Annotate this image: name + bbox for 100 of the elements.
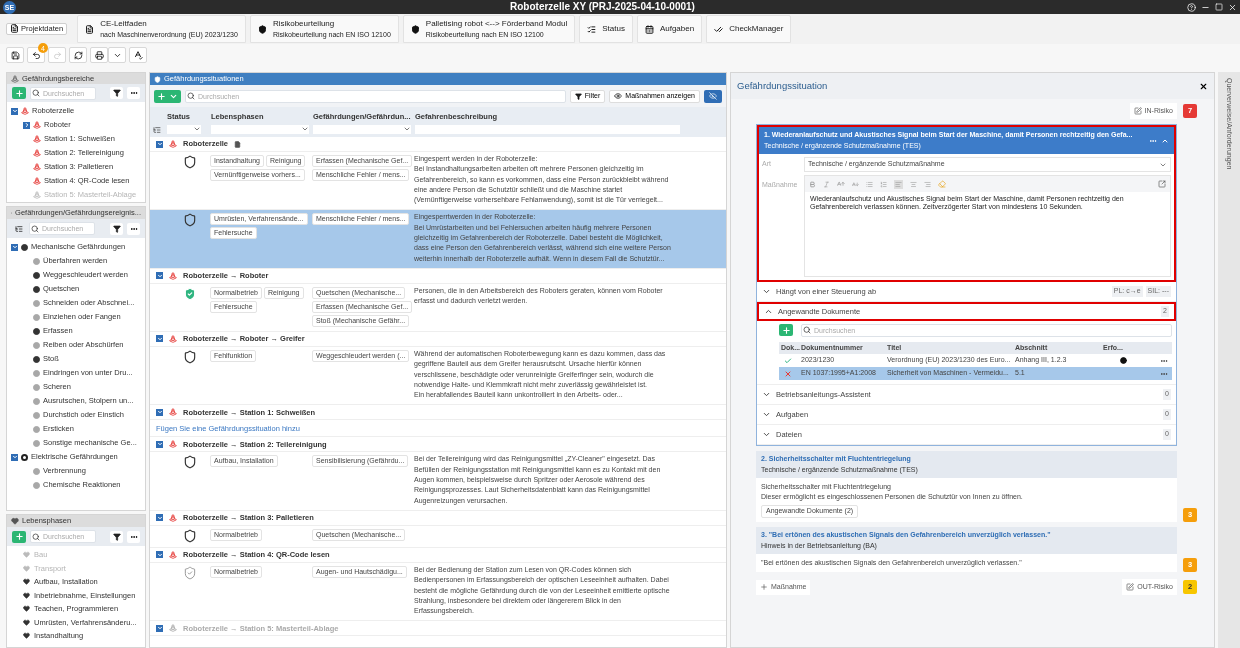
undo-icon bbox=[31, 50, 41, 60]
panel-title: Gefährdungssituation bbox=[737, 78, 828, 93]
caret-icon bbox=[762, 390, 771, 399]
edit-icon bbox=[1126, 583, 1135, 591]
filter-icon bbox=[112, 89, 121, 98]
caret-icon bbox=[156, 272, 163, 279]
document-icon bbox=[85, 24, 95, 34]
refresh-button[interactable] bbox=[69, 47, 87, 63]
caret-icon bbox=[156, 409, 163, 416]
cone-icon bbox=[33, 149, 41, 157]
column-chooser-icon[interactable] bbox=[153, 126, 161, 134]
cone-icon bbox=[33, 163, 41, 171]
more-button[interactable] bbox=[127, 530, 140, 543]
filter-icon bbox=[112, 532, 121, 541]
printer-icon bbox=[94, 50, 104, 60]
plus-icon bbox=[760, 583, 768, 591]
collapse-toggle[interactable] bbox=[11, 243, 18, 251]
spellcheck-icon bbox=[133, 50, 143, 60]
print-button[interactable] bbox=[90, 47, 108, 63]
shield-icon bbox=[410, 24, 420, 34]
close-icon[interactable] bbox=[1228, 2, 1237, 12]
cone-icon bbox=[33, 191, 41, 199]
collapse-toggle[interactable] bbox=[11, 107, 18, 115]
table-row[interactable] bbox=[150, 452, 726, 511]
filter-button[interactable] bbox=[110, 530, 123, 543]
shield-icon bbox=[154, 75, 161, 83]
add-dropdown-button[interactable] bbox=[154, 89, 181, 103]
more-button[interactable] bbox=[127, 87, 140, 100]
collapse-toggle[interactable] bbox=[156, 514, 163, 522]
cone-icon bbox=[33, 135, 41, 143]
caret-icon bbox=[764, 307, 773, 316]
collapse-toggle[interactable] bbox=[156, 335, 163, 343]
filter-icon bbox=[574, 92, 582, 100]
caret-icon bbox=[11, 108, 18, 114]
cone-icon bbox=[21, 107, 29, 115]
table-row[interactable] bbox=[150, 210, 726, 269]
caret-icon bbox=[11, 244, 18, 250]
more-button[interactable] bbox=[127, 222, 140, 235]
caret-icon bbox=[156, 441, 163, 448]
eye-off-icon bbox=[709, 92, 717, 100]
close-icon[interactable] bbox=[1199, 81, 1208, 91]
table-row[interactable] bbox=[150, 152, 726, 211]
caret-icon bbox=[762, 430, 771, 439]
caret-icon bbox=[403, 125, 411, 133]
caret-icon bbox=[23, 122, 30, 128]
add-button[interactable] bbox=[12, 530, 26, 543]
save-button[interactable] bbox=[6, 47, 24, 63]
window-title: Roboterzelle XY (PRJ-2025-04-10-0001) bbox=[510, 0, 695, 14]
maximize-icon[interactable] bbox=[1215, 3, 1223, 11]
double-check-icon bbox=[714, 24, 724, 34]
search-icon bbox=[32, 532, 40, 541]
list-icon bbox=[14, 224, 23, 233]
collapse-toggle[interactable] bbox=[156, 408, 163, 416]
caret-icon bbox=[156, 625, 163, 632]
tab[interactable]: CheckManager bbox=[706, 15, 792, 43]
search-icon bbox=[31, 224, 39, 233]
caret-icon bbox=[156, 514, 163, 521]
eye-icon bbox=[614, 92, 623, 100]
filter-button[interactable] bbox=[110, 87, 123, 100]
spellcheck-button[interactable] bbox=[129, 47, 147, 63]
tab[interactable]: Aufgaben bbox=[636, 15, 703, 43]
caret-icon bbox=[762, 287, 771, 296]
collapse-toggle[interactable] bbox=[156, 440, 163, 448]
checklist-icon bbox=[587, 24, 597, 34]
edit-icon bbox=[1133, 107, 1142, 115]
collapse-toggle[interactable] bbox=[156, 272, 163, 280]
caret-icon bbox=[193, 125, 201, 133]
filter-icon bbox=[112, 224, 121, 233]
cone-icon bbox=[33, 177, 41, 185]
plus-icon bbox=[781, 325, 791, 335]
plus-icon bbox=[157, 91, 166, 101]
plus-icon bbox=[14, 532, 24, 541]
search-icon bbox=[803, 326, 811, 334]
refresh-icon bbox=[73, 50, 83, 60]
hide-toggle-button[interactable] bbox=[704, 89, 722, 103]
add-button[interactable] bbox=[12, 87, 26, 100]
tab[interactable]: Status bbox=[579, 15, 633, 43]
caret-icon bbox=[156, 335, 163, 342]
caret-icon bbox=[762, 410, 771, 419]
search-icon bbox=[32, 89, 40, 98]
save-icon bbox=[10, 50, 20, 60]
caret-icon bbox=[301, 125, 309, 133]
search-icon bbox=[187, 92, 195, 100]
caret-icon bbox=[156, 551, 163, 558]
cone-icon bbox=[11, 74, 19, 83]
expand-toggle[interactable] bbox=[23, 121, 30, 129]
caret-icon bbox=[156, 141, 163, 147]
external-link-icon[interactable] bbox=[1158, 180, 1166, 188]
caret-icon bbox=[11, 454, 18, 460]
cone-icon bbox=[33, 121, 41, 129]
collapse-toggle[interactable] bbox=[156, 140, 163, 148]
calendar-icon bbox=[644, 24, 654, 34]
collapse-toggle[interactable] bbox=[156, 551, 163, 559]
shield-icon bbox=[257, 24, 267, 34]
add-button[interactable] bbox=[779, 324, 793, 336]
heart-icon bbox=[11, 517, 19, 525]
help-icon[interactable] bbox=[1187, 2, 1196, 12]
filter-button[interactable] bbox=[110, 222, 123, 235]
collapse-toggle[interactable] bbox=[11, 453, 18, 461]
plus-icon bbox=[14, 88, 24, 98]
